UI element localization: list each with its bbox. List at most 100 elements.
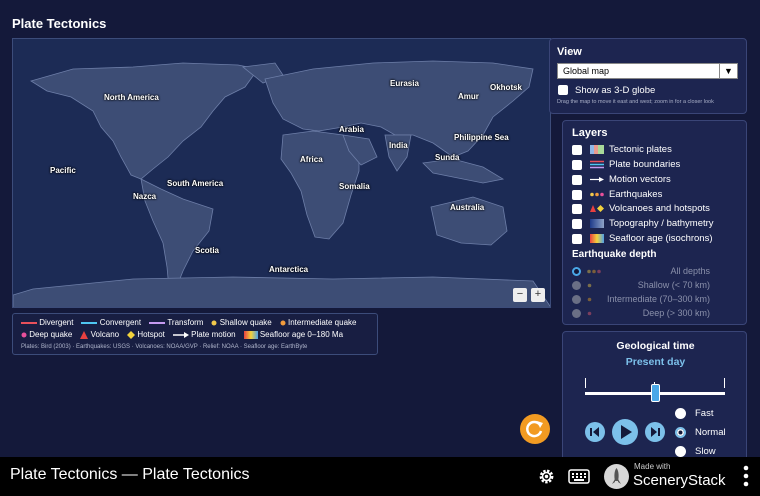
step-back-icon <box>590 427 599 437</box>
reset-icon <box>526 420 543 438</box>
layer-checkbox[interactable] <box>572 233 582 244</box>
play-button[interactable] <box>612 419 638 445</box>
layer-checkbox[interactable] <box>572 144 582 155</box>
zoom-in-button[interactable]: + <box>531 288 545 302</box>
layer-tectonic-plates[interactable]: Tectonic plates <box>572 144 672 155</box>
zoom-out-button[interactable]: − <box>513 288 527 302</box>
radio[interactable] <box>572 308 581 318</box>
speed-option-slow[interactable]: Slow <box>675 446 716 457</box>
map-label: South America <box>167 179 224 188</box>
legend-convergent: Convergent <box>81 318 141 327</box>
globe-checkbox[interactable] <box>558 85 568 95</box>
legend-label: Seafloor age 0–180 Ma <box>259 330 344 339</box>
intermediate-dot-icon <box>587 297 597 302</box>
shallow-dot-icon <box>587 283 609 288</box>
view-select[interactable]: Global map ▼ <box>557 63 738 79</box>
layer-label: Tectonic plates <box>609 144 672 155</box>
motion-arrow-icon <box>172 331 189 338</box>
step-forward-button[interactable] <box>645 422 665 442</box>
boundaries-icon <box>590 160 604 169</box>
map-label: India <box>389 141 408 150</box>
layer-plate-boundaries[interactable]: Plate boundaries <box>572 159 680 170</box>
legend-row: Divergent Convergent Transform Shallow q… <box>21 318 364 327</box>
world-map[interactable]: North America Eurasia Amur Okhotsk Arabi… <box>12 38 551 308</box>
brand-name: SceneryStack <box>633 472 726 489</box>
map-label: Australia <box>450 203 485 212</box>
depth-option-all[interactable]: All depths <box>572 266 710 276</box>
legend-plate-motion: Plate motion <box>172 330 236 339</box>
layer-seafloor-age[interactable]: Seafloor age (isochrons) <box>572 233 713 244</box>
all-depths-dots-icon <box>587 269 609 274</box>
map-label: Nazca <box>133 192 157 201</box>
legend-volcano: Volcano <box>80 330 119 339</box>
speed-label: Fast <box>695 408 714 419</box>
step-forward-icon <box>651 427 660 437</box>
layer-topography[interactable]: Topography / bathymetry <box>572 218 714 229</box>
layer-checkbox[interactable] <box>572 218 582 229</box>
legend-transform: Transform <box>149 318 203 327</box>
layer-checkbox[interactable] <box>572 174 582 185</box>
seafloor-icon <box>590 234 604 243</box>
legend-label: Shallow quake <box>219 318 272 327</box>
play-icon <box>621 425 632 439</box>
legend-label: Convergent <box>99 318 142 327</box>
view-select-value: Global map <box>563 66 610 76</box>
map-label: Okhotsk <box>490 83 523 92</box>
slider-tick <box>585 378 586 388</box>
map-label: Philippine Sea <box>454 133 509 142</box>
time-slider-thumb[interactable] <box>651 384 660 402</box>
radio-selected[interactable] <box>572 266 581 276</box>
arrow-icon <box>590 177 604 182</box>
slider-tick <box>724 378 725 388</box>
depth-option-shallow[interactable]: Shallow (< 70 km) <box>572 280 710 290</box>
radio[interactable] <box>572 280 581 290</box>
layer-label: Topography / bathymetry <box>609 218 714 229</box>
legend-label: Volcano <box>90 330 120 339</box>
map-label: Amur <box>458 92 479 101</box>
speed-option-normal[interactable]: Normal <box>675 427 726 438</box>
map-label: Somalia <box>339 182 370 191</box>
keyboard-icon[interactable] <box>568 469 590 484</box>
sim-title: Plate Tectonics — Plate Tectonics <box>10 466 250 483</box>
layer-earthquakes[interactable]: Earthquakes <box>572 189 662 200</box>
layer-label: Earthquakes <box>609 189 663 200</box>
speed-label: Slow <box>695 446 716 457</box>
geo-title: Geological time <box>616 340 695 352</box>
speed-label: Normal <box>695 427 726 438</box>
depth-title: Earthquake depth <box>572 249 657 260</box>
layer-checkbox[interactable] <box>572 159 582 170</box>
layer-checkbox[interactable] <box>572 189 582 200</box>
legend-label: Deep quake <box>29 330 73 339</box>
legend-label: Divergent <box>39 318 74 327</box>
geological-time-panel: Geological time Present day Fast Normal … <box>562 331 747 461</box>
gear-icon[interactable] <box>537 467 556 486</box>
step-back-button[interactable] <box>585 422 605 442</box>
dropdown-arrow-icon[interactable]: ▼ <box>719 63 737 79</box>
layer-motion-vectors[interactable]: Motion vectors <box>572 174 671 185</box>
map-label: North America <box>104 93 159 102</box>
depth-option-intermediate[interactable]: Intermediate (70–300 km) <box>572 294 710 304</box>
legend-credits: Plates: Bird (2003) · Earthquakes: USGS … <box>21 344 308 350</box>
view-title: View <box>557 46 582 58</box>
legend-label: Intermediate quake <box>287 318 357 327</box>
depth-label: All depths <box>670 266 710 276</box>
legend-label: Plate motion <box>191 330 236 339</box>
legend-hotspot: Hotspot <box>127 330 165 339</box>
map-label: Africa <box>300 155 323 164</box>
reset-all-button[interactable] <box>520 414 550 444</box>
radio[interactable] <box>675 446 686 457</box>
radio[interactable] <box>572 294 581 304</box>
radio-selected[interactable] <box>675 427 686 438</box>
layer-label: Volcanoes and hotspots <box>609 203 710 214</box>
radio[interactable] <box>675 408 686 419</box>
speed-option-fast[interactable]: Fast <box>675 408 713 419</box>
depth-option-deep[interactable]: Deep (> 300 km) <box>572 308 710 318</box>
layer-volcanoes-hotspots[interactable]: Volcanoes and hotspots <box>572 203 710 214</box>
layer-checkbox[interactable] <box>572 203 582 214</box>
legend-deep-quake: Deep quake <box>21 330 72 339</box>
intermediate-dot-icon <box>280 320 286 325</box>
scenerystack-logo[interactable] <box>604 464 629 489</box>
more-options-icon[interactable] <box>743 465 749 487</box>
legend-seafloor-age: Seafloor age 0–180 Ma <box>243 330 344 339</box>
seafloor-gradient-icon <box>243 330 258 339</box>
